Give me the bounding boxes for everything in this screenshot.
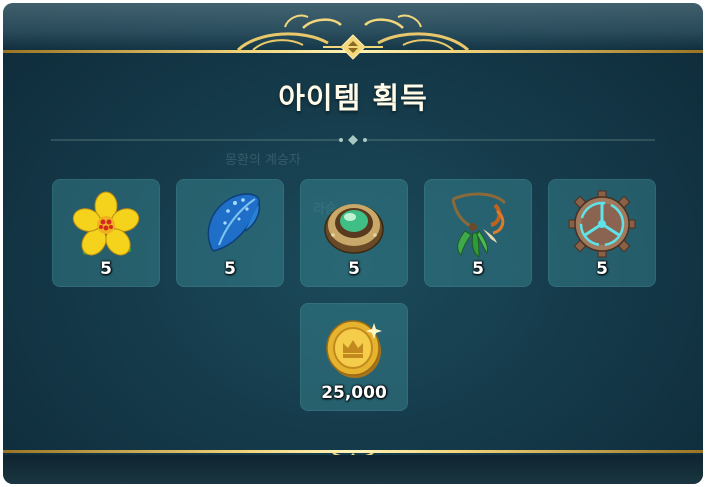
item-slot-rune-disc[interactable]: 5 bbox=[548, 179, 656, 287]
item-quantity: 25,000 bbox=[321, 383, 387, 403]
item-slot-flower[interactable]: 5 bbox=[52, 179, 160, 287]
item-quantity: 5 bbox=[348, 259, 360, 279]
item-quantity: 5 bbox=[224, 259, 236, 279]
top-ornament bbox=[3, 14, 703, 60]
item-slot-feather[interactable]: 5 bbox=[176, 179, 284, 287]
title-divider bbox=[51, 135, 655, 145]
background-hint: 몽환의 계승자 bbox=[225, 153, 301, 168]
blue-feather-icon bbox=[207, 193, 261, 252]
reward-dialog: 몽환의 계승자 라슴 아이템 획득 5 5 5 5 5 25,000 bbox=[3, 3, 703, 484]
item-slot-gold-coin[interactable]: 25,000 bbox=[300, 303, 408, 411]
green-gem-disc-icon bbox=[324, 204, 384, 254]
wooden-rune-disc-icon bbox=[568, 190, 636, 258]
item-quantity: 5 bbox=[100, 259, 112, 279]
item-slot-claw-necklace[interactable]: 5 bbox=[424, 179, 532, 287]
item-slot-gem-disc[interactable]: 5 bbox=[300, 179, 408, 287]
bottom-band bbox=[3, 455, 703, 484]
item-quantity: 5 bbox=[596, 259, 608, 279]
claw-necklace-icon bbox=[451, 192, 507, 258]
item-quantity: 5 bbox=[472, 259, 484, 279]
dialog-title: 아이템 획득 bbox=[278, 81, 428, 115]
yellow-flower-icon bbox=[72, 191, 140, 256]
gold-coin-icon bbox=[326, 320, 382, 378]
